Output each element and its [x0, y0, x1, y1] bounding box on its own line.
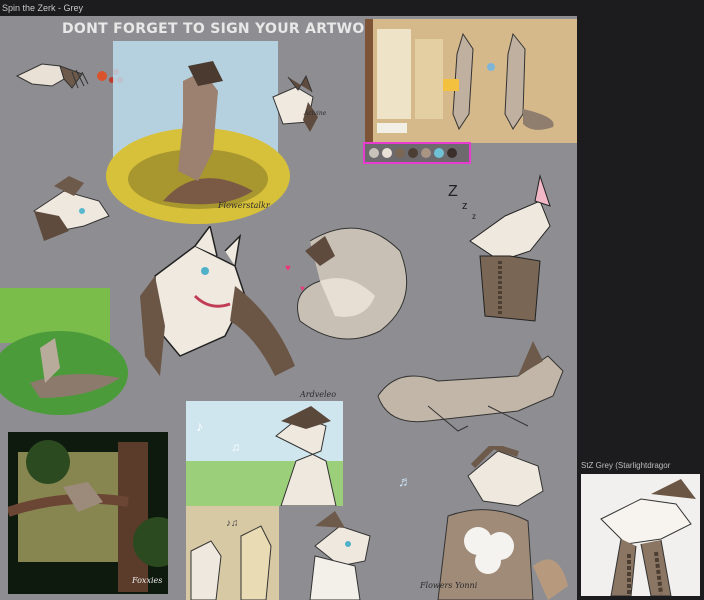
- signature-ardveleo: Ardveleo: [300, 390, 337, 399]
- grass-lying-artwork[interactable]: [0, 288, 132, 428]
- svg-text:z: z: [462, 200, 468, 212]
- svg-text:♥: ♥: [300, 284, 305, 293]
- forest-tree-artwork[interactable]: [8, 432, 168, 594]
- side-panel: StZ Grey (Starlightdragor: [577, 16, 704, 600]
- thumbnail-label: StZ Grey (Starlightdragor: [581, 461, 671, 470]
- reference-sheet-artwork[interactable]: [365, 19, 577, 143]
- sleeping-head-artwork[interactable]: Z z z: [440, 171, 560, 326]
- signature-flowers-yonni: Flowers Yonni: [420, 581, 478, 590]
- signature-aclvine: Aclvine: [304, 110, 327, 117]
- window-title: Spin the Zerk - Grey: [0, 0, 704, 16]
- fluffy-character-artwork[interactable]: ♬: [398, 446, 573, 600]
- music-scene-artwork[interactable]: ♪ ♫: [186, 401, 343, 506]
- reference-thumbnail[interactable]: [581, 474, 700, 596]
- svg-text:♫: ♫: [231, 440, 240, 454]
- svg-text:z: z: [472, 212, 476, 221]
- svg-text:Z: Z: [448, 183, 458, 200]
- bottom-head-artwork[interactable]: [300, 506, 380, 600]
- blue-eye-head-artwork[interactable]: [24, 171, 119, 251]
- svg-text:♬: ♬: [398, 473, 412, 489]
- color-palette: [363, 142, 471, 164]
- two-characters-artwork[interactable]: ♪♫: [186, 506, 279, 600]
- signature-foxxies: Foxxies: [132, 576, 163, 585]
- svg-text:♥: ♥: [285, 263, 291, 274]
- svg-text:♪♫: ♪♫: [226, 518, 239, 529]
- moodboard-canvas[interactable]: DONT FORGET TO SIGN YOUR ARTWORKS!!! Flo…: [0, 16, 577, 600]
- svg-text:♪: ♪: [196, 418, 203, 434]
- signature-flowerstalkr: Flowerstalkr: [218, 201, 270, 210]
- banner-text: DONT FORGET TO SIGN YOUR ARTWORKS!!!: [62, 21, 418, 37]
- small-head-artwork[interactable]: [268, 72, 323, 137]
- meadow-sitting-artwork[interactable]: [103, 41, 293, 226]
- lying-creature-artwork[interactable]: [368, 326, 568, 446]
